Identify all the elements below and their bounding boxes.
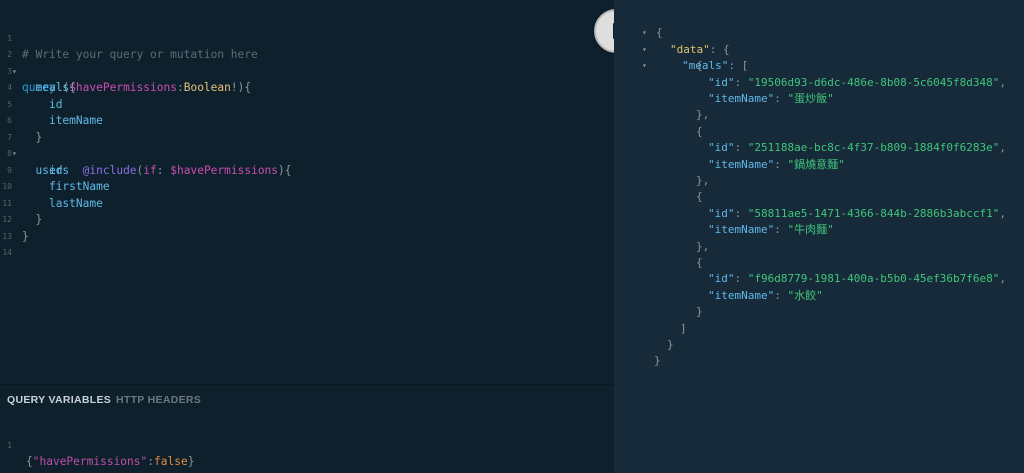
directive-include: @include xyxy=(82,163,137,177)
meal-item-name: "牛肉麵" xyxy=(787,223,834,237)
result-line: { xyxy=(696,256,703,269)
result-key-itemName: "itemName" xyxy=(708,92,775,105)
result-line: }, xyxy=(696,174,710,187)
code-line-10: 10 lastName xyxy=(0,163,102,210)
code-line-14: 14 xyxy=(0,229,40,257)
code-line-11: 11 } xyxy=(0,179,42,227)
result-line: { xyxy=(696,59,703,73)
variables-panel-header: QUERY VARIABLES HTTP HEADERS xyxy=(0,384,614,412)
code-text: # Write your query or mutation here xyxy=(22,47,258,64)
result-key-data: "data" xyxy=(670,42,710,56)
result-key-id: "id" xyxy=(708,206,735,220)
code-line-13: 13 xyxy=(0,212,40,241)
argument-if: if xyxy=(143,163,157,177)
meal-item-name: "鍋燒意麵" xyxy=(787,157,845,171)
code-line-3: 3 meals{ xyxy=(0,47,76,95)
meal-item-name: "蛋炒飯" xyxy=(787,92,834,105)
result-key-itemName: "itemName" xyxy=(708,223,775,237)
field-lastName: lastName xyxy=(48,196,103,210)
result-line: ▾{ xyxy=(642,9,669,39)
result-line: ▾ "meals": [ xyxy=(642,42,748,72)
code-line-12: 12 } xyxy=(0,196,40,243)
result-line: "id": "58811ae5-1471-4366-844b-2886b3abc… xyxy=(708,206,1007,220)
editor-pane: 1 # Write your query or mutation here 2 … xyxy=(0,0,614,473)
variables-line-1: 1 {"havePermissions":false} xyxy=(0,421,194,469)
line-number: 1 xyxy=(7,440,12,450)
result-line: "itemName": "水餃" xyxy=(708,288,823,302)
variable-type: Boolean xyxy=(183,81,231,94)
field-meals: meals xyxy=(35,81,70,94)
variable-name: $havePermissions xyxy=(69,81,177,94)
result-key-itemName: "itemName" xyxy=(708,157,775,171)
result-key-meals: "meals" xyxy=(682,59,729,73)
field-itemName: itemName xyxy=(48,114,103,127)
result-line: } xyxy=(696,305,703,319)
tab-http-headers[interactable]: HTTP HEADERS xyxy=(116,394,201,406)
meal-item-name: "水餃" xyxy=(787,288,823,302)
variable-value: false xyxy=(154,455,188,468)
field-id: id xyxy=(48,163,63,177)
result-line: { xyxy=(696,190,703,204)
result-key-id: "id" xyxy=(708,272,735,286)
result-line: }, xyxy=(696,108,710,122)
code-line-2: 2 ▾ query ($havePermissions:Boolean!){ xyxy=(0,31,251,94)
result-line: }, xyxy=(696,239,710,253)
field-firstName: firstName xyxy=(48,180,110,193)
code-line-9: 9 firstName xyxy=(0,146,109,194)
fold-arrow-icon[interactable]: ▾ xyxy=(642,58,647,74)
result-line: ▾ "data": { xyxy=(642,25,730,56)
result-line: "id": "251188ae-bc8c-4f37-b809-1884f0f62… xyxy=(708,141,1007,155)
result-key-id: "id" xyxy=(708,141,735,155)
meal-id: "f96d8779-1981-400a-b5b0-45ef36b7f6e8" xyxy=(747,272,1000,286)
code-line-4: 4 id xyxy=(0,64,62,111)
comment-text: # Write your query or mutation here xyxy=(22,48,258,61)
result-line: "id": "f96d8779-1981-400a-b5b0-45ef36b7f… xyxy=(708,272,1007,286)
meal-id: "58811ae5-1471-4366-844b-2886b3abccf1" xyxy=(747,206,1000,220)
result-line: } xyxy=(667,338,674,351)
variable-key: "havePermissions" xyxy=(32,455,148,468)
code-line-8: 8 id xyxy=(0,130,62,177)
argument-variable: $havePermissions xyxy=(170,163,279,177)
result-line: { xyxy=(696,124,703,138)
result-key-id: "id" xyxy=(708,75,735,89)
code-line-5: 5 itemName xyxy=(0,80,103,128)
result-line: "itemName": "鍋燒意麵" xyxy=(708,157,845,171)
result-line: ] xyxy=(680,321,687,335)
meal-id: "251188ae-bc8c-4f37-b809-1884f0f6283e" xyxy=(747,141,1000,155)
line-number: 14 xyxy=(2,248,12,257)
code-line-6: 6 } xyxy=(0,97,42,144)
result-line: "itemName": "蛋炒飯" xyxy=(708,92,834,105)
tab-query-variables[interactable]: QUERY VARIABLES xyxy=(7,394,111,406)
code-line-1: 1 # Write your query or mutation here xyxy=(0,14,258,62)
result-pane: ▾{ ▾ "data": { ▾ "meals": [ { "id": "19506… xyxy=(614,0,1024,473)
result-line: } xyxy=(654,354,661,368)
variables-editor[interactable]: 1 {"havePermissions":false} xyxy=(0,412,614,473)
query-editor[interactable]: 1 # Write your query or mutation here 2 … xyxy=(0,0,614,384)
code-line-7: 7 ▾ users @include(if: $havePermissions)… xyxy=(0,113,291,177)
meal-id: "19506d93-d6dc-486e-8b08-5c6045f8d348" xyxy=(747,75,1000,89)
code-text: {"havePermissions":false} xyxy=(26,455,195,468)
result-line: "id": "19506d93-d6dc-486e-8b08-5c6045f8d… xyxy=(708,75,1007,89)
field-id: id xyxy=(48,97,63,111)
result-key-itemName: "itemName" xyxy=(708,288,775,302)
result-line: "itemName": "牛肉麵" xyxy=(708,223,834,237)
